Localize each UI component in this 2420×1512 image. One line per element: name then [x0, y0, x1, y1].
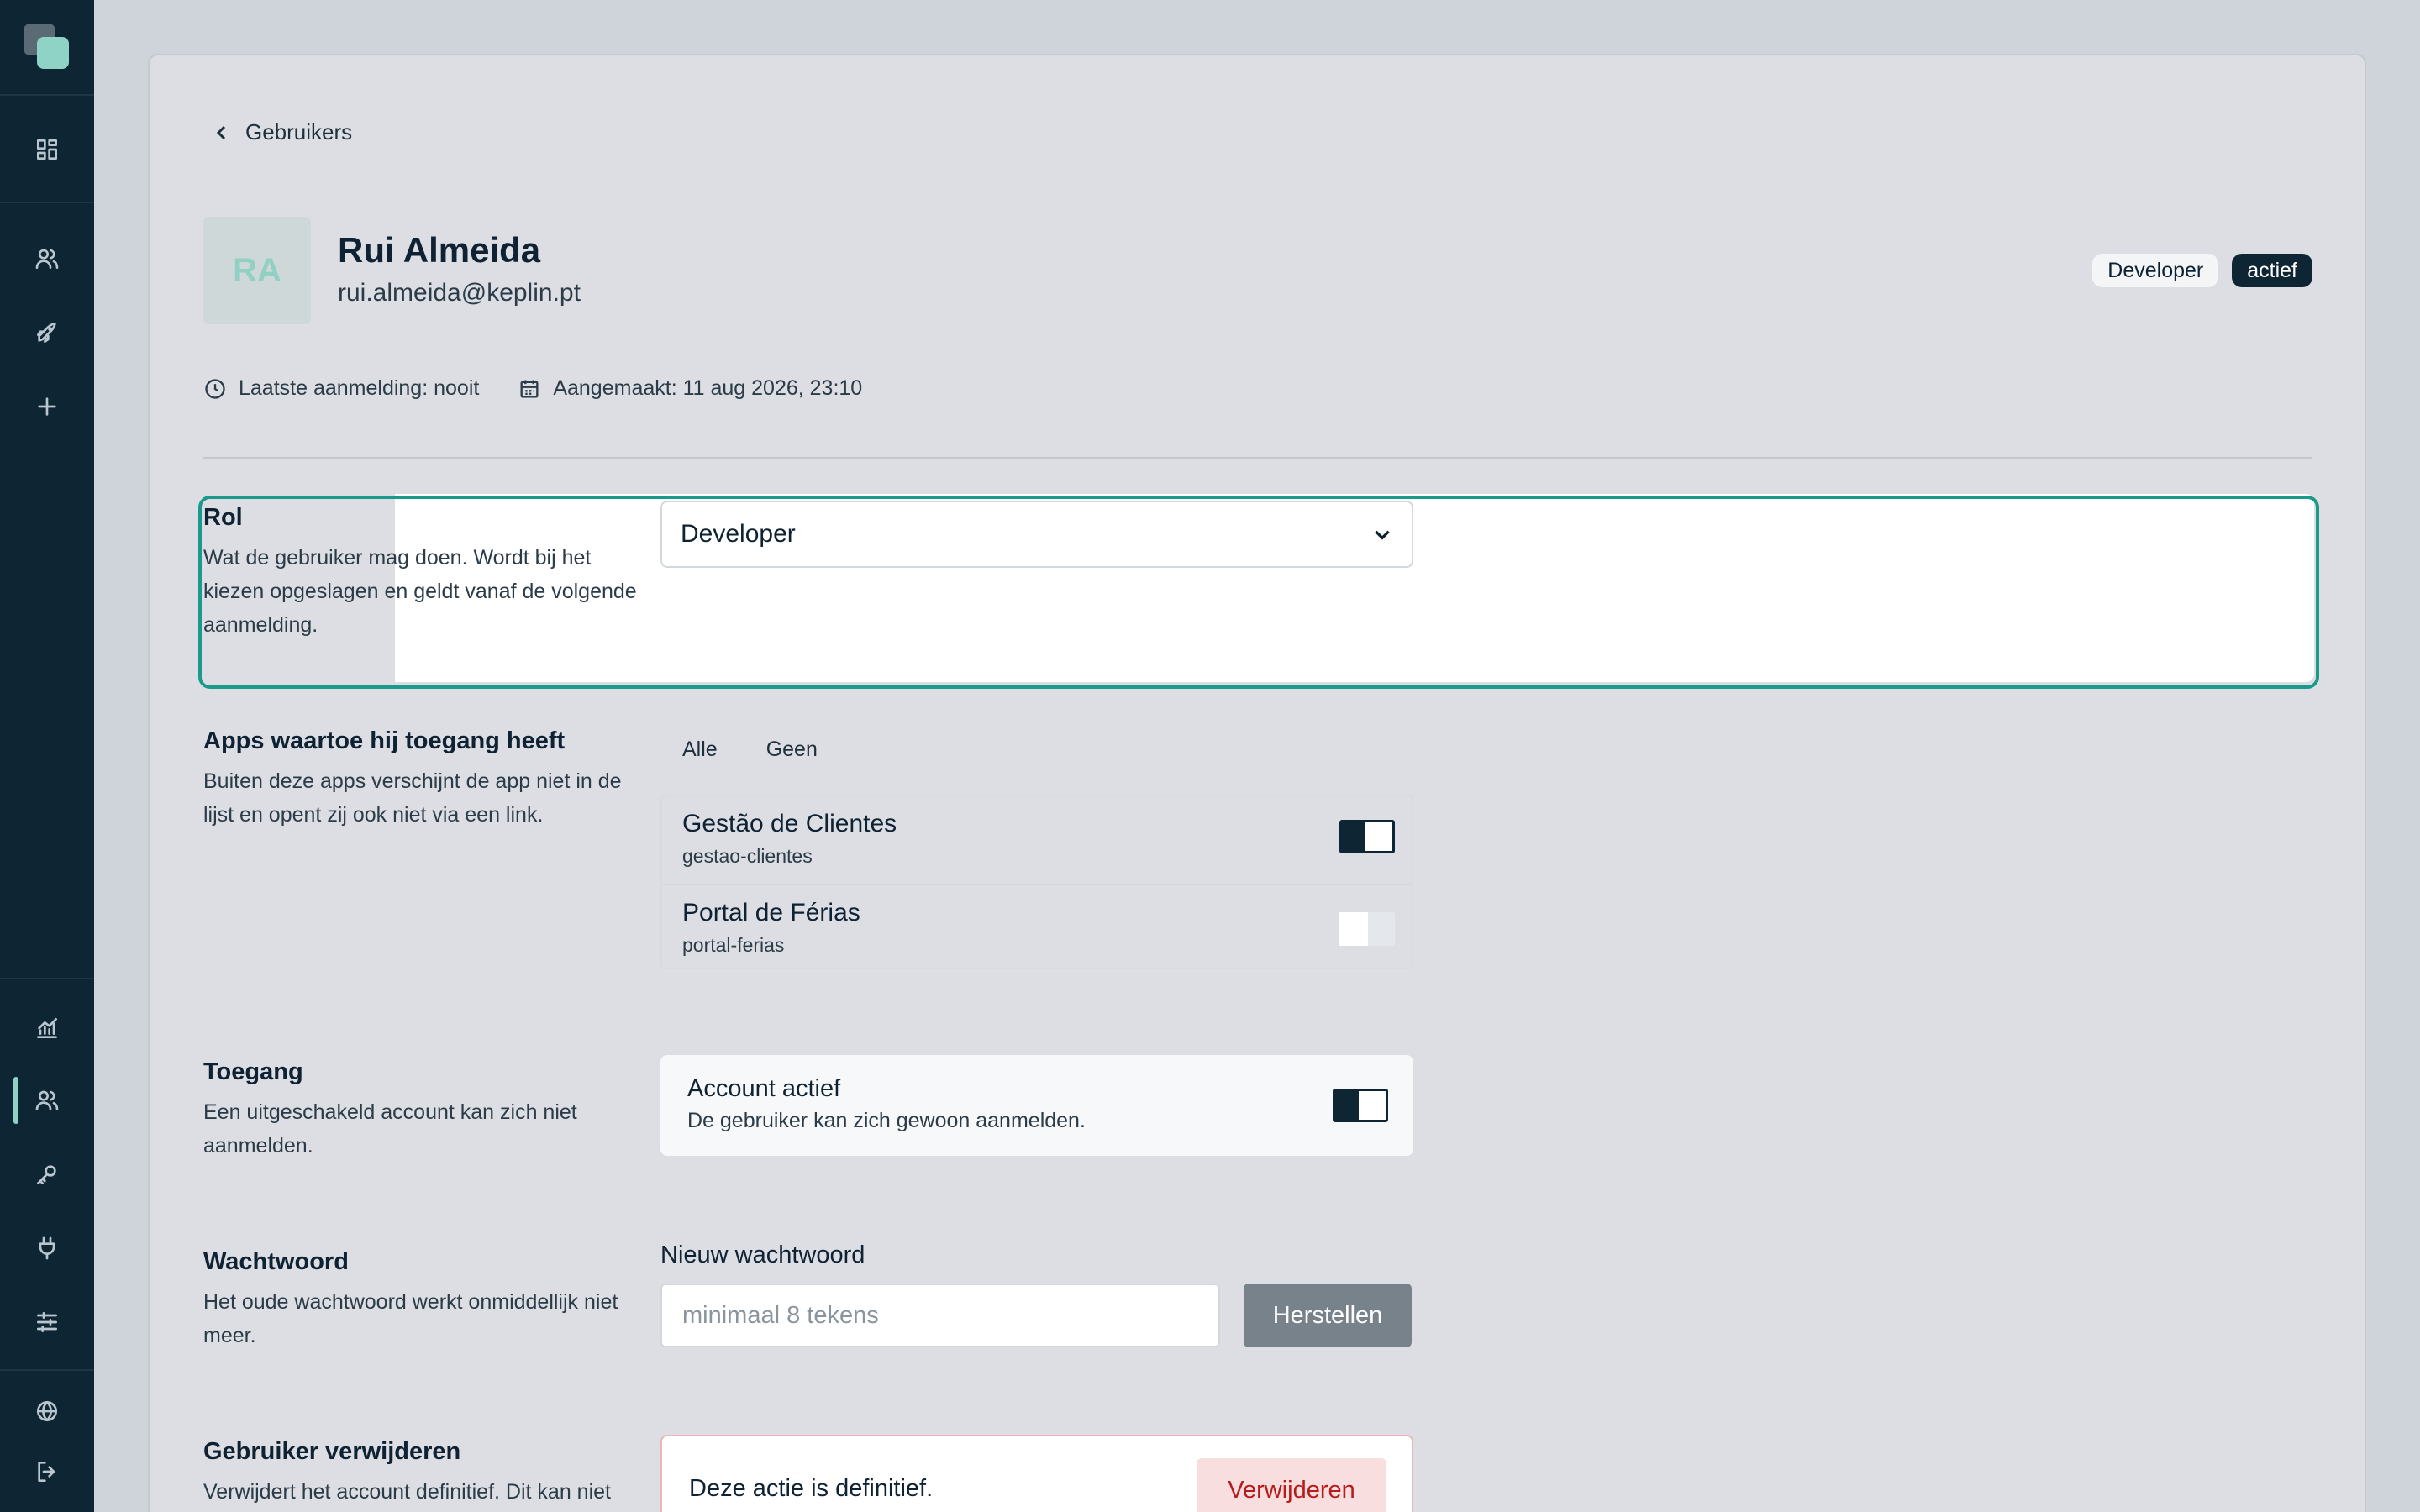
role-select[interactable]: Developer [660, 501, 1413, 568]
reset-password-button[interactable]: Herstellen [1244, 1284, 1412, 1347]
delete-user-card: Deze actie is definitief. Verwijderen [660, 1435, 1413, 1512]
app-toggle-gestao-clientes[interactable] [1339, 820, 1395, 853]
account-active-toggle[interactable] [1333, 1089, 1388, 1122]
delete-user-title: Gebruiker verwijderen [203, 1438, 461, 1465]
app-slug: gestao-clientes [682, 845, 813, 867]
header-divider [203, 457, 2312, 459]
plus-icon [38, 397, 56, 416]
app-name: Portal de Férias [682, 899, 860, 927]
new-password-input[interactable] [660, 1284, 1220, 1347]
sidebar-item-add[interactable] [30, 390, 64, 423]
plug-icon [39, 1236, 55, 1260]
sidebar-active-indicator [13, 1077, 18, 1124]
user-meta: Laatste aanmelding: nooit Aangemaakt: 11… [203, 376, 862, 401]
sidebar-item-keys[interactable] [30, 1158, 64, 1191]
key-icon [37, 1165, 56, 1184]
app-logo[interactable] [24, 24, 71, 71]
role-description: Wat de gebruiker mag doen. Wordt bij het… [203, 546, 637, 637]
back-to-users-link[interactable]: Gebruikers [212, 119, 352, 145]
created-date: Aangemaakt: 11 aug 2026, 23:10 [518, 376, 862, 401]
last-login-text: Laatste aanmelding: nooit [239, 376, 480, 400]
sliders-icon [37, 1312, 57, 1332]
users-icon [35, 249, 59, 269]
user-email: rui.almeida@keplin.pt [338, 279, 581, 307]
sidebar-divider [0, 1369, 94, 1371]
app-list: Gestão de Clientes gestao-clientes Porta… [660, 795, 1413, 969]
chevron-left-icon [216, 125, 226, 139]
apps-title: Apps waartoe hij toegang heeft [203, 727, 566, 754]
access-description: Een uitgeschakeld account kan zich niet … [203, 1100, 577, 1158]
role-select-value: Developer [681, 520, 796, 548]
account-active-description: De gebruiker kan zich gewoon aanmelden. [687, 1109, 1086, 1132]
status-badge: actief [2232, 254, 2312, 287]
chart-icon [37, 1018, 57, 1038]
user-badges: Developer actief [2092, 254, 2312, 287]
app-name: Gestão de Clientes [682, 810, 897, 837]
avatar: RA [203, 217, 311, 324]
role-badge: Developer [2092, 254, 2219, 287]
app-slug: portal-ferias [682, 934, 785, 956]
account-active-title: Account actief [687, 1075, 841, 1102]
delete-user-description: Verwijdert het account definitief. Dit k… [203, 1480, 611, 1504]
sidebar-item-users[interactable] [30, 242, 64, 276]
sidebar-item-dashboard[interactable] [30, 133, 64, 166]
new-password-label: Nieuw wachtwoord [660, 1242, 865, 1268]
apps-description: Buiten deze apps verschijnt de app niet … [203, 769, 622, 827]
app-filters: Alle Geen [682, 738, 818, 762]
globe-icon [37, 1401, 57, 1421]
dashboard-icon [36, 139, 57, 160]
sidebar-divider [0, 94, 94, 96]
access-title: Toegang [203, 1058, 303, 1085]
page-title: Rui Almeida [338, 230, 541, 270]
back-link-label: Gebruikers [245, 119, 353, 144]
list-item: Gestão de Clientes gestao-clientes [662, 796, 1412, 884]
last-login: Laatste aanmelding: nooit [203, 376, 479, 401]
select-all-apps-button[interactable]: Alle [682, 738, 718, 762]
sidebar-item-integrations[interactable] [30, 1231, 64, 1265]
select-no-apps-button[interactable]: Geen [766, 738, 818, 762]
sidebar-item-users-admin[interactable] [30, 1084, 64, 1117]
logout-icon [38, 1462, 55, 1482]
sidebar-item-logout[interactable] [30, 1455, 64, 1488]
sidebar-item-deployments[interactable] [30, 316, 64, 349]
sidebar [0, 0, 94, 1512]
created-date-text: Aangemaakt: 11 aug 2026, 23:10 [553, 376, 863, 400]
chevron-down-icon [1375, 530, 1390, 540]
password-description: Het oude wachtwoord werkt onmiddellijk n… [203, 1290, 618, 1347]
password-title: Wachtwoord [203, 1248, 349, 1275]
role-title: Rol [203, 504, 243, 531]
sidebar-divider [0, 202, 94, 203]
sidebar-item-settings[interactable] [30, 1305, 64, 1339]
sidebar-item-language[interactable] [30, 1394, 64, 1428]
delete-warning: Deze actie is definitief. [689, 1475, 934, 1502]
account-active-card: Account actief De gebruiker kan zich gew… [660, 1055, 1413, 1156]
delete-user-button[interactable]: Verwijderen [1197, 1458, 1386, 1512]
calendar-icon [520, 380, 539, 397]
sidebar-divider [0, 978, 94, 979]
clock-icon [205, 378, 225, 399]
list-item: Portal de Férias portal-ferias [662, 884, 1412, 971]
sidebar-item-analytics[interactable] [30, 1011, 64, 1045]
users-icon [35, 1090, 59, 1110]
rocket-icon [37, 323, 56, 343]
app-toggle-portal-ferias[interactable] [1339, 912, 1395, 946]
